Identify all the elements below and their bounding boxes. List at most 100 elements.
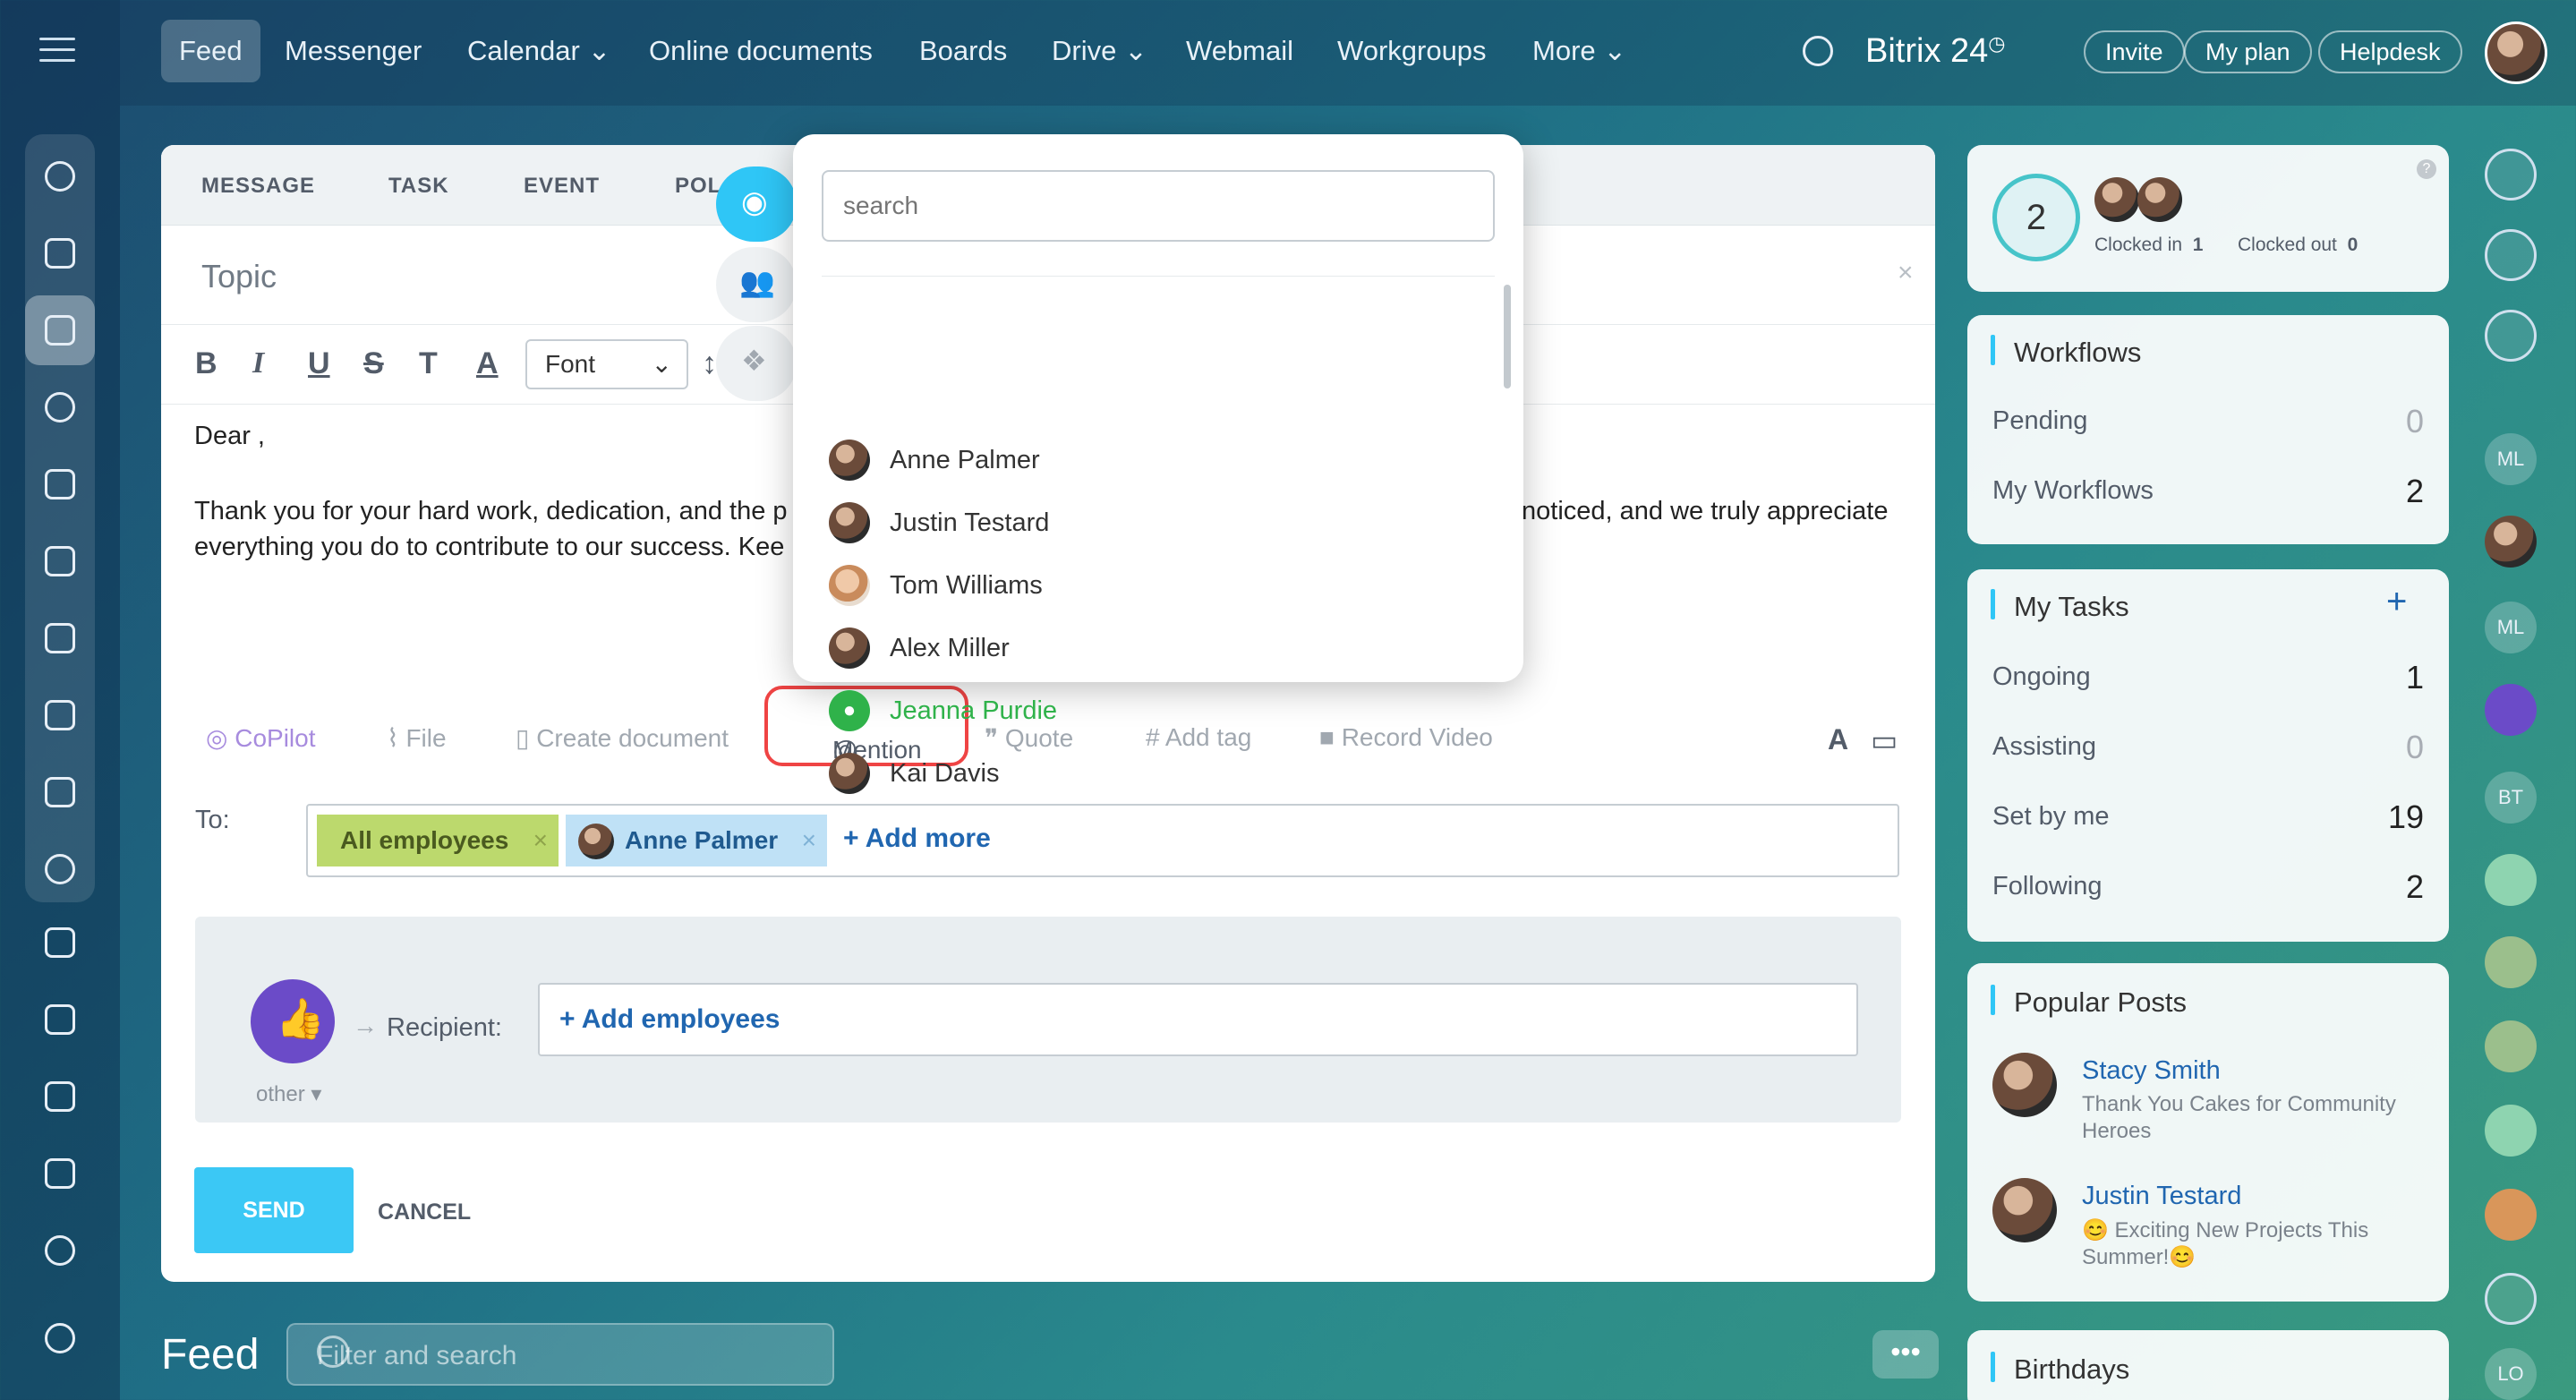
text-color-icon[interactable]: A [476,346,499,381]
nav-boards[interactable]: Boards [919,20,1007,82]
nav-webmail[interactable]: Webmail [1186,20,1293,82]
post-text[interactable]: Heroes [2082,1119,2151,1144]
chat-icon[interactable] [2485,310,2537,362]
close-icon[interactable]: × [533,815,548,866]
create-document-button[interactable]: ▯ Create document [516,723,729,753]
invite-button[interactable]: Invite [2084,30,2185,73]
help-icon[interactable]: ? [2417,159,2436,179]
calendar-icon[interactable] [25,449,95,519]
post-text[interactable]: 😊 Exciting New Projects This [2082,1217,2368,1243]
add-tag-button[interactable]: # Add tag [1146,723,1251,752]
nav-calendar[interactable]: Calendar ⌄ [467,20,610,82]
tab-poll[interactable]: POL [675,174,721,199]
list-item[interactable]: Kai Davis [829,747,1000,800]
board-icon[interactable] [25,603,95,673]
task-row[interactable]: Following 2 [1992,868,2424,905]
task-row[interactable]: Set by me 19 [1992,798,2424,835]
tab-message[interactable]: MESSAGE [201,174,315,199]
tasks-icon[interactable] [25,908,95,977]
search-icon[interactable] [317,1336,349,1368]
post-author[interactable]: Stacy Smith [2082,1056,2221,1086]
body-line-2[interactable]: Thank you for your hard work, dedication… [194,492,788,530]
thumbs-up-icon[interactable]: 👍 [251,979,335,1063]
task-row[interactable]: Assisting 0 [1992,729,2424,765]
copilot-button[interactable]: ◎ CoPilot [206,723,315,753]
groups-button[interactable]: ❖ [716,326,797,401]
chip-anne-palmer[interactable]: Anne Palmer × [566,815,827,866]
nav-feed[interactable]: Feed [161,20,260,82]
workflow-row[interactable]: Pending 0 [1992,403,2424,440]
tab-event[interactable]: EVENT [524,174,600,199]
helpdesk-button[interactable]: Helpdesk [2318,30,2462,73]
list-item[interactable]: Alex Miller [829,621,1010,675]
mail-icon[interactable] [25,757,95,827]
user-initials[interactable]: LO [2485,1348,2537,1400]
group-icon[interactable] [2485,684,2537,736]
list-item[interactable]: Justin Testard [829,496,1049,550]
menu-icon[interactable] [39,38,75,64]
file-button[interactable]: ⌇ File [387,723,447,753]
copilot-icon[interactable] [2485,229,2537,281]
workgroups-icon[interactable] [25,834,95,904]
hexagon-icon[interactable] [25,372,95,442]
list-item[interactable]: Tom Williams [829,559,1043,612]
toolbar-toggle-icon[interactable]: ▭ [1871,723,1898,757]
chat-icon[interactable] [25,218,95,288]
post-author[interactable]: Justin Testard [2082,1182,2241,1211]
feed-filter-input[interactable]: Filter and search [286,1323,834,1386]
workflow-row[interactable]: My Workflows 2 [1992,473,2424,509]
store-icon[interactable] [25,1139,95,1208]
add-task-icon[interactable]: + [2386,582,2407,622]
line-height-icon[interactable]: ↕ [702,346,717,381]
employees-button[interactable]: 👥 [716,247,797,322]
recipients-field[interactable]: All employees × Anne Palmer × + Add more [306,804,1899,877]
cancel-button[interactable]: CANCEL [378,1199,471,1225]
user-initials[interactable]: ML [2485,602,2537,653]
nav-online-documents[interactable]: Online documents [649,20,873,82]
topic-input[interactable]: Topic [201,258,277,295]
text-format-icon[interactable]: A [1828,723,1848,756]
task-icon[interactable] [2485,854,2537,906]
avatar[interactable] [2485,1020,2537,1072]
avatar[interactable] [2485,516,2537,568]
nav-drive[interactable]: Drive ⌄ [1052,20,1147,82]
close-icon[interactable]: × [1898,258,1914,288]
post-text[interactable]: Summer!😊 [2082,1244,2196,1270]
chip-all-employees[interactable]: All employees × [317,815,559,866]
filter-icon[interactable] [25,985,95,1054]
user-initials[interactable]: ML [2485,433,2537,485]
italic-icon[interactable]: I [252,346,264,380]
avatar[interactable] [2485,936,2537,988]
list-item[interactable]: Anne Palmer [829,433,1040,487]
body-line-1[interactable]: Dear , [194,417,265,455]
user-avatar[interactable] [2485,21,2547,84]
other-dropdown[interactable]: other ▾ [256,1081,321,1107]
body-line-3[interactable]: everything you do to contribute to our s… [194,528,784,566]
send-button[interactable]: SEND [194,1167,354,1253]
list-item[interactable]: ● Jeanna Purdie [829,684,1057,738]
add-more-link[interactable]: + Add more [843,824,991,854]
post-text[interactable]: Thank You Cakes for Community [2082,1092,2396,1117]
task-row[interactable]: Ongoing 1 [1992,659,2424,696]
body-line-2-tail[interactable]: noticed, and we truly appreciate [1522,492,1888,530]
group-icon[interactable] [2485,1189,2537,1241]
drive-icon[interactable] [25,680,95,750]
bold-icon[interactable]: B [195,346,218,381]
user-initials[interactable]: BT [2485,772,2537,824]
record-video-button[interactable]: ■ Record Video [1319,723,1493,752]
tab-task[interactable]: TASK [388,174,449,199]
font-select[interactable]: Font ⌄ [525,339,688,389]
nav-messenger[interactable]: Messenger [285,20,422,82]
close-icon[interactable]: × [802,815,816,866]
copilot-icon[interactable] [2485,1273,2537,1325]
task-icon[interactable] [2485,1105,2537,1157]
nav-workgroups[interactable]: Workgroups [1337,20,1487,82]
mention-search-input[interactable] [822,170,1495,242]
strikethrough-icon[interactable]: S [363,346,384,381]
target-icon[interactable] [25,1216,95,1285]
planner-icon[interactable] [25,1062,95,1131]
settings-icon[interactable] [25,1303,95,1373]
scrollbar[interactable] [1504,285,1511,388]
bell-icon[interactable] [2485,149,2537,201]
copilot-icon[interactable] [25,141,95,211]
